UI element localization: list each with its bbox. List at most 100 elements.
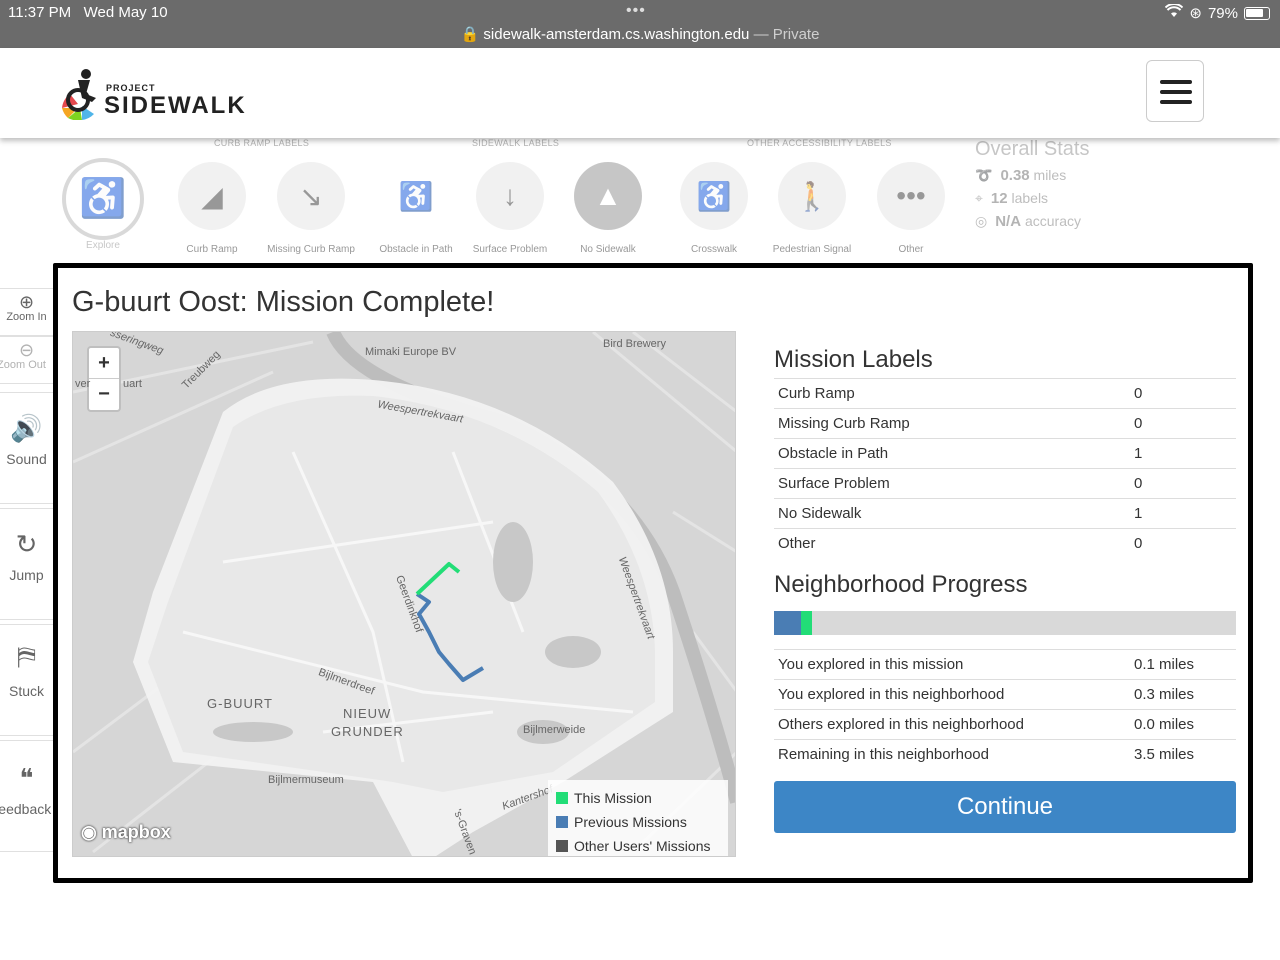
tool-label: Curb Ramp: [186, 244, 238, 255]
explore-label: Explore: [86, 240, 120, 251]
target-icon: ◎: [975, 213, 988, 229]
mapbox-logo[interactable]: ◉ mapbox: [81, 822, 171, 843]
url-text: sidewalk-amsterdam.cs.washington.edu: [483, 26, 750, 43]
safari-dots-icon[interactable]: •••: [626, 2, 646, 20]
wheelchair-icon: ♿: [79, 178, 127, 220]
tool-label: Pedestrian Signal: [772, 244, 852, 255]
tool-surface-problem[interactable]: ↓ Surface Problem: [465, 162, 555, 255]
feedback-button[interactable]: ❝ Feedback: [0, 740, 54, 852]
tool-missing-curb-ramp[interactable]: ↘ Missing Curb Ramp: [266, 162, 356, 255]
status-time: 11:37 PM Wed May 10: [8, 4, 168, 21]
map-zoom-out-button[interactable]: −: [89, 379, 119, 410]
stats-accuracy: ◎ N/A accuracy: [975, 213, 1081, 230]
map-label: uart: [123, 378, 142, 390]
route-icon: ➰: [975, 167, 993, 183]
legend-item: This Mission: [556, 786, 720, 810]
row-value: 0.0 miles: [1130, 708, 1236, 739]
explore-button[interactable]: ♿: [62, 158, 144, 240]
row-label: No Sidewalk: [774, 498, 1130, 529]
pedestrian-signal-icon: 🚶: [778, 162, 846, 230]
map-label: G-BUURT: [207, 696, 273, 711]
feedback-label: Feedback: [0, 801, 52, 817]
modal-title: G-buurt Oost: Mission Complete!: [72, 286, 495, 318]
legend-swatch: [556, 816, 568, 828]
table-row: Surface Problem 0: [774, 468, 1236, 499]
group-title-other: OTHER ACCESSIBILITY LABELS: [747, 138, 892, 148]
table-row: Other 0: [774, 528, 1236, 559]
missing-curb-ramp-icon: ↘: [277, 162, 345, 230]
map-label: NIEUW: [343, 706, 392, 721]
neighborhood-progress-table: You explored in this mission 0.1 miles You…: [774, 648, 1236, 769]
row-value: 0.1 miles: [1130, 648, 1236, 679]
obstacle-icon: ♿: [382, 162, 450, 230]
tool-curb-ramp[interactable]: ◢ Curb Ramp: [167, 162, 257, 255]
map-zoom-control: + −: [87, 346, 121, 412]
table-row: Obstacle in Path 1: [774, 438, 1236, 469]
tool-label: Surface Problem: [472, 244, 548, 255]
stats-labels: ⌖ 12 labels: [975, 190, 1049, 207]
tool-obstacle[interactable]: ♿ Obstacle in Path: [371, 162, 461, 255]
map-label: ver: [75, 378, 91, 390]
row-value: 0: [1130, 528, 1236, 559]
row-value: 0.3 miles: [1130, 678, 1236, 709]
logo-sidewalk-text: SIDEWALK: [104, 92, 247, 119]
mission-labels-table: Curb Ramp 0 Missing Curb Ramp 0 Obstacle in …: [774, 378, 1236, 559]
tool-pedestrian-signal[interactable]: 🚶 Pedestrian Signal: [767, 162, 857, 255]
progress-mission-segment: [800, 610, 813, 635]
table-row: You explored in this neighborhood 0.3 mil…: [774, 678, 1236, 709]
zoom-in-label: Zoom In: [6, 311, 47, 323]
row-label: Remaining in this neighborhood: [774, 738, 1130, 769]
speaker-icon: 🔊: [10, 413, 43, 443]
curb-ramp-icon: ◢: [178, 162, 246, 230]
jump-label: Jump: [9, 567, 44, 583]
legend-swatch: [556, 792, 568, 804]
wifi-icon: [1165, 3, 1184, 22]
row-label: Curb Ramp: [774, 378, 1130, 409]
row-value: 1: [1130, 438, 1236, 469]
table-row: Curb Ramp 0: [774, 378, 1236, 409]
hamburger-menu-button[interactable]: [1146, 60, 1204, 122]
battery-percent: 79%: [1207, 4, 1238, 22]
row-value: 3.5 miles: [1130, 738, 1236, 769]
orientation-lock-icon: ⊛: [1189, 5, 1202, 22]
tool-label: Other: [898, 244, 924, 255]
project-sidewalk-logo[interactable]: PROJECT SIDEWALK: [56, 68, 256, 122]
neighborhood-progress-bar: [774, 610, 1236, 635]
zoom-out-label: Zoom Out: [0, 359, 46, 371]
zoom-out-icon: ⊖: [18, 340, 35, 360]
tool-label: No Sidewalk: [580, 244, 636, 255]
row-label: Missing Curb Ramp: [774, 408, 1130, 439]
address-bar[interactable]: 🔒 sidewalk-amsterdam.cs.washington.edu —…: [0, 25, 1280, 43]
site-header: PROJECT SIDEWALK: [0, 48, 1280, 138]
tool-no-sidewalk[interactable]: ▲ No Sidewalk: [563, 162, 653, 255]
stuck-button[interactable]: ⛿ Stuck: [0, 624, 54, 736]
mission-map[interactable]: + − Mimaki Europe BV Bird Brewery Weespe…: [72, 331, 736, 857]
map-label: Mimaki Europe BV: [365, 346, 457, 358]
map-zoom-in-button[interactable]: +: [89, 348, 119, 379]
crosswalk-icon: ♿: [680, 162, 748, 230]
mission-labels-title: Mission Labels: [774, 346, 933, 373]
row-label: Other: [774, 528, 1130, 559]
row-label: You explored in this mission: [774, 648, 1130, 679]
zoom-in-icon: ⊕: [18, 292, 35, 312]
map-label: Bijlmerweide: [523, 724, 586, 736]
zoom-in-control[interactable]: ⊕ Zoom In: [0, 288, 54, 336]
map-legend: This Mission Previous Missions Other Use…: [548, 780, 728, 856]
overall-stats: Overall Stats ➰ 0.38 miles ⌖ 12 labels ◎…: [975, 138, 1235, 230]
continue-button[interactable]: Continue: [774, 781, 1236, 833]
jump-icon: ↻: [15, 529, 38, 559]
table-row: Missing Curb Ramp 0: [774, 408, 1236, 439]
legend-swatch: [556, 840, 568, 852]
tool-crosswalk[interactable]: ♿ Crosswalk: [669, 162, 759, 255]
row-value: 1: [1130, 498, 1236, 529]
status-bar: 11:37 PM Wed May 10 ••• 🔒 sidewalk-amste…: [0, 0, 1280, 48]
row-value: 0: [1130, 408, 1236, 439]
tool-label: Obstacle in Path: [379, 244, 453, 255]
map-label: Bird Brewery: [603, 338, 666, 350]
jump-button[interactable]: ↻ Jump: [0, 508, 54, 620]
map-label: Bijlmermuseum: [268, 774, 344, 786]
zoom-out-control[interactable]: ⊖ Zoom Out: [0, 336, 54, 384]
neighborhood-progress-title: Neighborhood Progress: [774, 570, 1028, 598]
sound-button[interactable]: 🔊 Sound: [0, 392, 54, 504]
tool-other[interactable]: ••• Other: [866, 162, 956, 255]
